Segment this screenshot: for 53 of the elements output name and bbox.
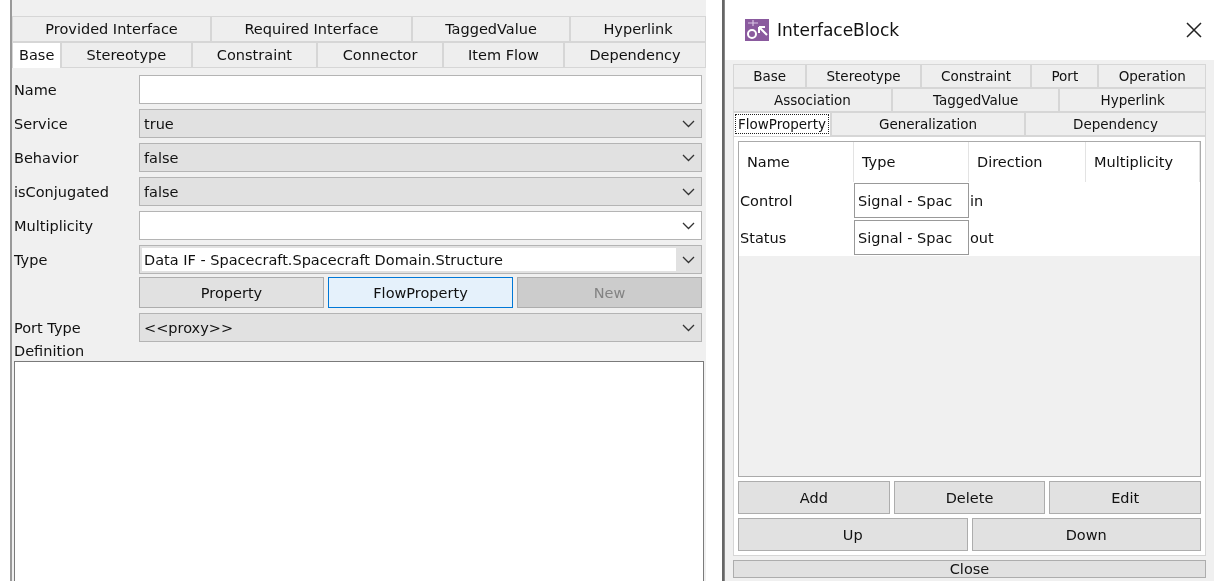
combo-field[interactable]	[139, 211, 702, 240]
table-cell-text: in	[969, 192, 985, 209]
tab[interactable]: Constraint	[920, 64, 1032, 88]
tab[interactable]: Connector	[317, 42, 443, 68]
tab[interactable]: Stereotype	[61, 42, 192, 68]
table-cell: Signal - Spac	[854, 183, 969, 218]
tab[interactable]: Constraint	[191, 42, 318, 68]
dropdown-field[interactable]: <<proxy>>	[139, 313, 702, 342]
tab[interactable]: Hyperlink	[570, 16, 706, 42]
field-label: Name	[14, 81, 58, 98]
close-icon[interactable]	[1186, 22, 1202, 38]
button[interactable]: Edit	[1049, 481, 1201, 514]
button[interactable]: Down	[971, 518, 1201, 551]
tab[interactable]: Dependency	[1025, 112, 1206, 136]
button[interactable]: FlowProperty	[328, 277, 513, 308]
field-label: Definition	[13, 343, 86, 361]
combo-field[interactable]: Data IF - Spacecraft.Spacecraft Domain.Structure	[139, 245, 702, 274]
tab[interactable]: Stereotype	[806, 64, 921, 88]
tab[interactable]: Port	[1031, 64, 1099, 88]
tab[interactable]: Provided Interface	[12, 16, 212, 42]
field-label: Port Type	[14, 319, 82, 336]
text-field[interactable]	[139, 75, 702, 104]
tab[interactable]: Dependency	[564, 42, 706, 68]
dropdown-field[interactable]: false	[139, 177, 702, 206]
table-cell-text: Status	[739, 229, 788, 246]
tab[interactable]: Generalization	[830, 112, 1026, 136]
tab[interactable]: Required Interface	[211, 16, 412, 42]
tab[interactable]: Association	[733, 88, 892, 112]
table-cell-text: Control	[739, 192, 794, 209]
tab[interactable]: Base	[733, 64, 807, 88]
button[interactable]: Delete	[893, 481, 1046, 514]
tab[interactable]: Operation	[1098, 64, 1206, 88]
window-title: InterfaceBlock	[777, 20, 901, 40]
tab[interactable]: TaggedValue	[891, 88, 1060, 112]
tab[interactable]: TaggedValue	[411, 16, 571, 42]
button[interactable]: Up	[738, 518, 968, 551]
dropdown-field[interactable]: false	[139, 143, 702, 172]
table-cell: Signal - Spac	[854, 220, 969, 255]
field-label: Multiplicity	[14, 217, 94, 234]
button[interactable]: Add	[738, 481, 890, 514]
button[interactable]: Property	[139, 277, 324, 308]
dropdown-field[interactable]: true	[139, 109, 702, 138]
close-button[interactable]: Close	[733, 560, 1206, 578]
tab[interactable]: FlowProperty	[733, 112, 831, 136]
field-label: isConjugated	[14, 183, 110, 200]
app-logo-icon	[745, 19, 769, 41]
field-label: Service	[14, 115, 69, 132]
tab[interactable]: Hyperlink	[1059, 88, 1206, 112]
tab[interactable]: Base	[12, 42, 62, 68]
field-label: Behavior	[14, 149, 80, 166]
field-label: Type	[14, 251, 49, 268]
tab[interactable]: Item Flow	[442, 42, 565, 68]
table-cell-text: out	[969, 229, 995, 246]
